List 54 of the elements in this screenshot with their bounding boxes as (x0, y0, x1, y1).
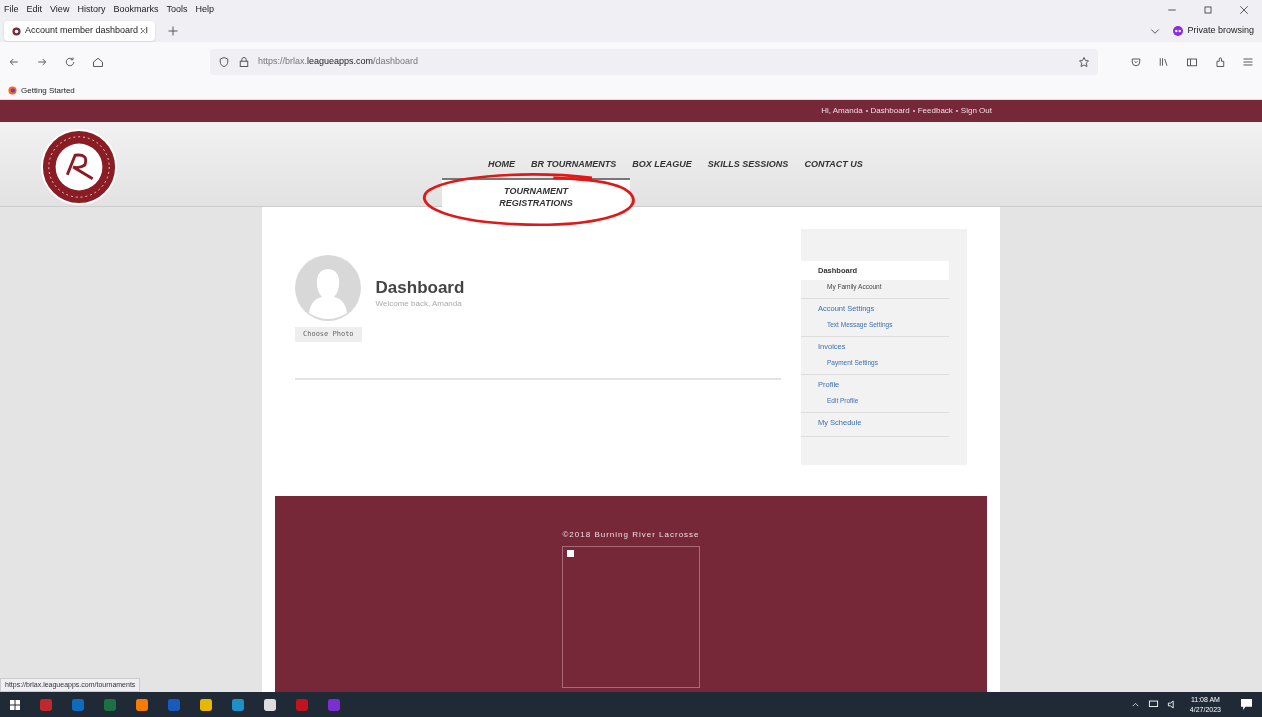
plus-icon[interactable] (167, 25, 179, 37)
url-bar[interactable]: https://brlax.leagueapps.com/dashboard (209, 49, 1099, 75)
nav-link[interactable]: HOME (488, 158, 515, 172)
menu-item[interactable]: Tools (166, 3, 188, 17)
account-link[interactable]: Dashboard (870, 105, 910, 117)
separator-dot-icon (912, 110, 915, 112)
menu-item[interactable]: Help (195, 3, 214, 17)
pocket-icon[interactable] (1130, 56, 1143, 68)
url-text: https://brlax.leagueapps.com/dashboard (257, 55, 418, 69)
broken-image-icon (567, 550, 574, 557)
browser-tab[interactable]: Account member dashboard : I (4, 21, 155, 41)
firefox-icon (8, 86, 17, 95)
chevron-up-icon[interactable] (1130, 700, 1140, 709)
menu-item[interactable]: Bookmarks (113, 3, 159, 17)
private-browsing-label: Private browsing (1187, 24, 1254, 38)
page-title: Dashboard (375, 277, 465, 299)
account-link[interactable]: Feedback (917, 105, 953, 117)
network-icon[interactable] (1147, 699, 1159, 710)
mask-icon (1173, 26, 1184, 36)
reload-icon[interactable] (63, 56, 76, 68)
menu-item[interactable]: Edit (26, 3, 43, 17)
shield-icon[interactable] (217, 56, 230, 68)
account-link[interactable]: Hi, Amanda (821, 105, 863, 117)
welcome-text: Welcome back, Amanda (375, 298, 463, 311)
account-link[interactable]: Sign Out (960, 105, 992, 117)
avatar-placeholder (295, 255, 362, 321)
back-arrow-icon[interactable] (8, 56, 20, 68)
restore-icon[interactable] (1202, 4, 1214, 16)
taskbar-app-icon[interactable] (264, 698, 276, 711)
bookmark-link[interactable]: Getting Started (21, 84, 75, 97)
menu-item[interactable]: View (50, 3, 70, 17)
forward-arrow-icon[interactable] (35, 56, 48, 68)
taskbar-app-icon[interactable] (136, 698, 148, 711)
lock-icon[interactable] (237, 56, 250, 68)
windows-start-icon[interactable] (10, 699, 20, 710)
nav-link[interactable]: SKILLS SESSIONS (707, 158, 789, 172)
close-icon[interactable] (1238, 4, 1250, 16)
notification-icon[interactable] (1241, 699, 1252, 710)
site-icon (12, 26, 21, 36)
extensions-icon[interactable] (1214, 56, 1226, 68)
copyright-text: ©2018 Burning River Lacrosse (562, 529, 700, 541)
home-icon[interactable] (91, 56, 104, 68)
nav-link[interactable]: BOX LEAGUE (632, 158, 692, 172)
menu-item[interactable]: File (4, 3, 19, 17)
star-icon[interactable] (1078, 56, 1091, 68)
sidebar-icon[interactable] (1186, 56, 1198, 68)
taskbar-app-icon[interactable] (200, 698, 212, 711)
library-icon[interactable] (1158, 56, 1171, 68)
nav-link[interactable]: BR TOURNAMENTS (531, 158, 617, 172)
menu-item[interactable]: History (77, 3, 106, 17)
separator-dot-icon (955, 110, 958, 112)
close-icon[interactable] (139, 27, 147, 35)
nav-link[interactable]: CONTACT US (804, 158, 863, 172)
separator-dot-icon (865, 110, 868, 112)
